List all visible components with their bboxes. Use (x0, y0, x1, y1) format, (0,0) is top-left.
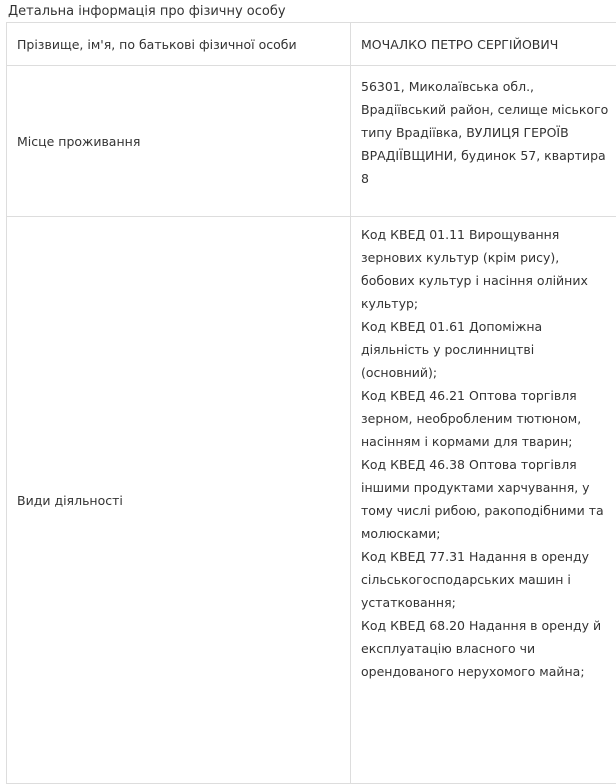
activity-item: Код КВЕД 46.38 Оптова торгівля іншими пр… (361, 453, 612, 545)
table-row-address: Місце проживання 56301, Миколаївська обл… (7, 66, 616, 217)
table-row-name: Прізвище, ім'я, по батькові фізичної осо… (7, 23, 616, 66)
activities-value: Код КВЕД 01.11 Вирощування зернових куль… (351, 217, 616, 784)
table-row-activities: Види діяльності Код КВЕД 01.11 Вирощуван… (7, 217, 616, 784)
name-value: МОЧАЛКО ПЕТРО СЕРГІЙОВИЧ (351, 23, 616, 66)
address-label: Місце проживання (7, 66, 351, 217)
activities-label: Види діяльності (7, 217, 351, 784)
activity-item: Код КВЕД 68.20 Надання в оренду й експлу… (361, 614, 612, 683)
activity-item: Код КВЕД 01.11 Вирощування зернових куль… (361, 223, 612, 315)
table-caption: Детальна інформація про фізичну особу (8, 3, 286, 21)
person-details-table: Прізвище, ім'я, по батькові фізичної осо… (6, 22, 616, 784)
activity-item: Код КВЕД 01.61 Допоміжна діяльність у ро… (361, 315, 612, 384)
activity-item: Код КВЕД 46.21 Оптова торгівля зерном, н… (361, 384, 612, 453)
address-value: 56301, Миколаївська обл., Врадіївський р… (351, 66, 616, 217)
activity-item: Код КВЕД 77.31 Надання в оренду сільсько… (361, 545, 612, 614)
name-label: Прізвище, ім'я, по батькові фізичної осо… (7, 23, 351, 66)
